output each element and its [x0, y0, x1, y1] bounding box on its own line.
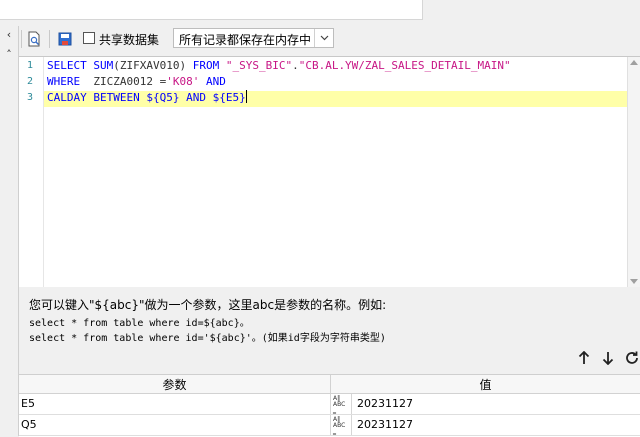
move-down-button[interactable] [599, 349, 617, 367]
share-dataset-label: 共享数据集 [99, 33, 160, 47]
move-up-button[interactable] [575, 349, 593, 367]
code-token: . [292, 59, 299, 72]
param-type-button[interactable]: A‖ ABC ‗ [330, 415, 352, 435]
line-number: 3 [26, 92, 34, 103]
data-type-icon: A‖ ABC ‗ [333, 395, 346, 414]
preview-button[interactable] [24, 29, 44, 49]
code-token: "_SYS_BIC" [225, 59, 293, 72]
code-token: SELECT [47, 59, 94, 72]
code-token: 'K08' [166, 75, 200, 88]
text-caret [245, 90, 247, 103]
refresh-icon [626, 351, 638, 364]
arrow-up-icon [578, 351, 590, 364]
refresh-button[interactable] [623, 349, 640, 367]
dataset-toolbar: 共享数据集 所有记录都保存在内存中 [19, 26, 640, 52]
parameter-table: 参数 值 E5 A‖ ABC ‗ 20231127 Q5 A‖ ABC ‗ 20… [19, 374, 640, 437]
hint-example: select * from table where id=${abc}。 [29, 318, 250, 329]
scroll-up-icon[interactable]: ˄ [2, 48, 16, 62]
code-line[interactable]: SELECT SUM(ZIFXAV010) FROM "_SYS_BIC"."C… [47, 58, 511, 74]
chevron-down-icon[interactable] [314, 29, 333, 47]
left-edge-strip: ‹ ˄ [0, 26, 19, 436]
save-icon [58, 32, 72, 46]
table-row[interactable]: E5 A‖ ABC ‗ 20231127 [19, 394, 640, 415]
storage-mode-value: 所有记录都保存在内存中 [179, 33, 312, 47]
code-token: CALDAY [47, 91, 94, 104]
code-line[interactable]: WHERE ZICZA0012 ='K08' AND [47, 74, 226, 90]
code-token: ${Q5} [146, 91, 187, 104]
param-name: Q5 [21, 418, 37, 431]
data-type-icon: A‖ ABC ‗ [333, 416, 346, 435]
code-token: AND [186, 91, 213, 104]
code-token: FROM [192, 59, 226, 72]
code-token: (ZIFXAV010) [113, 59, 193, 72]
toolbar-separator [21, 30, 22, 48]
line-number: 1 [26, 60, 34, 71]
code-token: ${E5} [212, 91, 246, 104]
code-token: "CB.AL.YW/ZAL_SALES_DETAIL_MAIN" [298, 59, 511, 72]
scroll-up-icon[interactable] [630, 60, 638, 65]
line-number: 2 [26, 76, 34, 87]
code-token: AND [205, 75, 226, 88]
sql-editor[interactable]: 1 2 3 SELECT SUM(ZIFXAV010) FROM "_SYS_B… [19, 56, 640, 288]
table-header: 参数 值 [19, 375, 640, 394]
line-number-gutter: 1 2 3 [19, 57, 44, 287]
toolbar-separator [49, 30, 50, 48]
column-header-param[interactable]: 参数 [19, 376, 330, 393]
save-button[interactable] [55, 29, 75, 49]
chevron-left-icon[interactable]: ‹ [2, 28, 16, 42]
table-row[interactable]: Q5 A‖ ABC ‗ 20231127 [19, 415, 640, 436]
code-line[interactable]: CALDAY BETWEEN ${Q5} AND ${E5} [47, 90, 247, 106]
hint-example: select * from table where id='${abc}'。(如… [29, 333, 386, 344]
arrow-down-icon [602, 352, 614, 365]
hint-title: 您可以键入"${abc}"做为一个参数，这里abc是参数的名称。例如: [29, 298, 387, 312]
preview-icon [28, 31, 40, 47]
param-value[interactable]: 20231127 [357, 418, 413, 431]
storage-mode-select[interactable]: 所有记录都保存在内存中 [173, 28, 334, 48]
editor-scrollbar[interactable] [627, 57, 640, 287]
param-type-button[interactable]: A‖ ABC ‗ [330, 394, 352, 414]
code-token: ZICZA0012 = [93, 75, 167, 88]
param-value[interactable]: 20231127 [357, 397, 413, 410]
code-token: WHERE [47, 75, 94, 88]
column-header-value[interactable]: 值 [331, 376, 640, 393]
code-token: BETWEEN [93, 91, 147, 104]
param-name: E5 [21, 397, 35, 410]
parameter-hint: 您可以键入"${abc}"做为一个参数，这里abc是参数的名称。例如: sele… [19, 287, 640, 375]
scroll-down-icon[interactable] [630, 279, 638, 284]
share-dataset-checkbox[interactable] [83, 32, 95, 44]
top-input-area[interactable] [0, 0, 423, 20]
code-token: SUM [93, 59, 114, 72]
